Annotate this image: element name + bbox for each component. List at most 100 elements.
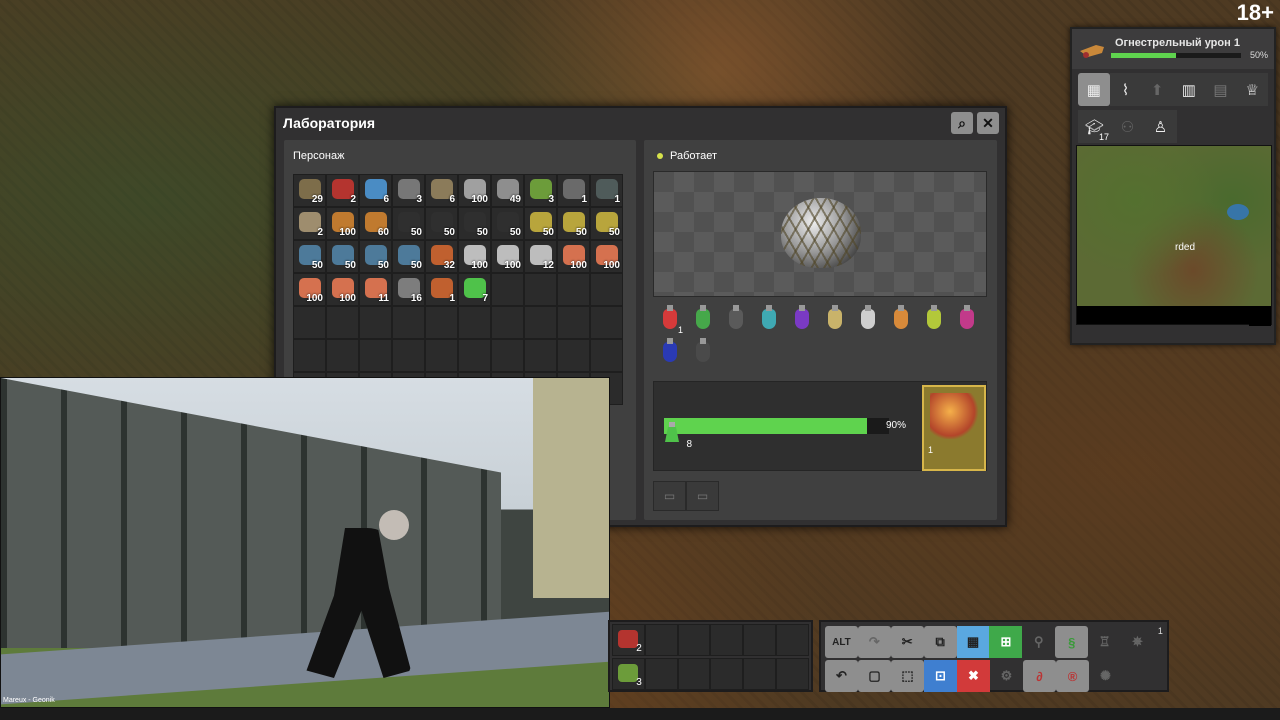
inventory-slot[interactable]: 100 [326, 273, 359, 306]
inventory-slot[interactable] [557, 339, 590, 372]
inventory-slot[interactable]: 100 [590, 240, 623, 273]
inventory-slot[interactable]: 2 [293, 207, 326, 240]
inventory-slot[interactable] [359, 306, 392, 339]
science-pack-slot[interactable] [851, 303, 884, 336]
inventory-slot[interactable] [359, 339, 392, 372]
inventory-slot[interactable]: 50 [557, 207, 590, 240]
inventory-slot[interactable]: 50 [524, 207, 557, 240]
inventory-slot[interactable]: 100 [326, 207, 359, 240]
upgrade-button[interactable]: ⬆ [1141, 73, 1174, 106]
input-slot[interactable]: 8 [664, 422, 692, 450]
inventory-slot[interactable] [491, 273, 524, 306]
inventory-slot[interactable] [590, 339, 623, 372]
inventory-slot[interactable]: 50 [491, 207, 524, 240]
selection-button[interactable]: ⬚ [891, 660, 924, 692]
inventory-slot[interactable]: 3 [392, 174, 425, 207]
inventory-slot[interactable]: 50 [293, 240, 326, 273]
discharge-button[interactable]: ® [1056, 660, 1089, 692]
inventory-slot[interactable]: 1 [557, 174, 590, 207]
quickbar-slot[interactable] [644, 658, 678, 690]
logistics-button[interactable]: ⚇ [1111, 110, 1144, 143]
copy-paste-button[interactable]: ▢ [858, 660, 891, 692]
inventory-slot[interactable]: 50 [359, 240, 392, 273]
map-grid-button[interactable]: ▦ [1078, 73, 1110, 106]
copy-button[interactable]: ⧉ [923, 626, 957, 658]
inventory-slot[interactable]: 1 [425, 273, 458, 306]
inventory-slot[interactable] [458, 339, 491, 372]
inventory-slot[interactable]: 6 [425, 174, 458, 207]
inventory-slot[interactable]: 50 [392, 207, 425, 240]
blueprint-button[interactable]: ▦ [956, 626, 990, 658]
green-wire-button[interactable]: § [1055, 626, 1089, 658]
close-button[interactable]: ✕ [977, 112, 999, 134]
inventory-slot[interactable]: 100 [458, 174, 491, 207]
artillery-button[interactable]: ⚙ [990, 660, 1023, 692]
inventory-slot[interactable]: 3 [524, 174, 557, 207]
achievements-button[interactable]: ♕ [1236, 73, 1269, 106]
inventory-slot[interactable]: 100 [557, 240, 590, 273]
inventory-slot[interactable]: 49 [491, 174, 524, 207]
research-queue-button[interactable]: 🎓︎ 17 [1078, 110, 1111, 143]
inventory-slot[interactable]: 11 [359, 273, 392, 306]
inventory-slot[interactable] [293, 306, 326, 339]
inventory-slot[interactable] [392, 306, 425, 339]
train-button[interactable]: ▤ [1204, 73, 1237, 106]
quickbar-slot[interactable] [644, 624, 678, 656]
quickbar-slot[interactable] [710, 624, 744, 656]
science-pack-slot[interactable] [917, 303, 950, 336]
encyclopedia-button[interactable]: ▥ [1173, 73, 1205, 106]
spidertron-button[interactable]: ⚲ [1022, 626, 1055, 658]
inventory-slot[interactable] [590, 306, 623, 339]
science-pack-slot[interactable] [686, 336, 719, 369]
inventory-slot[interactable]: 50 [425, 207, 458, 240]
inventory-slot[interactable]: 29 [293, 174, 326, 207]
alt-mode-button[interactable]: ALT [825, 626, 858, 658]
current-technology[interactable]: 1 [922, 385, 986, 471]
quickbar-slot[interactable] [743, 658, 777, 690]
inventory-slot[interactable]: 32 [425, 240, 458, 273]
inventory-slot[interactable] [326, 306, 359, 339]
cut-button[interactable]: ✂ [890, 626, 924, 658]
science-pack-slot[interactable] [686, 303, 719, 336]
inventory-slot[interactable]: 50 [326, 240, 359, 273]
red-wire-button[interactable]: ∂ [1023, 660, 1056, 692]
upgrade-planner-button[interactable]: ⊡ [924, 660, 957, 692]
quickbar-slot[interactable] [776, 658, 809, 690]
module-slot-2[interactable]: ▭ [686, 481, 719, 511]
module-slot-1[interactable]: ▭ [653, 481, 686, 511]
science-pack-slot[interactable] [653, 336, 686, 369]
inventory-slot[interactable] [491, 306, 524, 339]
inventory-slot[interactable]: 6 [359, 174, 392, 207]
inventory-slot[interactable]: 50 [392, 240, 425, 273]
science-pack-slot[interactable] [950, 303, 983, 336]
robot-button[interactable]: ♖ [1088, 626, 1121, 658]
quickbar-slot[interactable]: 3 [612, 658, 645, 690]
inventory-slot[interactable]: 100 [293, 273, 326, 306]
science-pack-slot[interactable] [818, 303, 851, 336]
quickbar-slot[interactable] [710, 658, 744, 690]
inventory-slot[interactable] [590, 273, 623, 306]
inventory-slot[interactable] [557, 273, 590, 306]
inventory-slot[interactable] [392, 339, 425, 372]
quickbar-slot[interactable] [677, 624, 711, 656]
inventory-slot[interactable]: 12 [524, 240, 557, 273]
current-research[interactable]: Огнестрельный урон 1 50% [1072, 29, 1274, 69]
inventory-slot[interactable] [425, 339, 458, 372]
inventory-slot[interactable]: 50 [458, 207, 491, 240]
science-pack-slot[interactable] [884, 303, 917, 336]
inventory-slot[interactable]: 16 [392, 273, 425, 306]
inventory-slot[interactable]: 2 [326, 174, 359, 207]
bug-button[interactable]: ✵ [1121, 626, 1154, 658]
science-pack-slot[interactable] [752, 303, 785, 336]
undo-button[interactable]: ↶ [825, 660, 858, 692]
science-pack-slot[interactable]: 1 [653, 303, 686, 336]
deconstruction-button[interactable]: ✖ [957, 660, 990, 692]
inventory-slot[interactable] [557, 306, 590, 339]
inventory-slot[interactable] [293, 339, 326, 372]
quickbar-slot[interactable] [776, 624, 809, 656]
select-area-button[interactable]: ⊞ [989, 626, 1023, 658]
quickbar-slot[interactable] [677, 658, 711, 690]
inventory-slot[interactable]: 100 [491, 240, 524, 273]
inventory-slot[interactable]: 100 [458, 240, 491, 273]
inventory-slot[interactable] [524, 339, 557, 372]
